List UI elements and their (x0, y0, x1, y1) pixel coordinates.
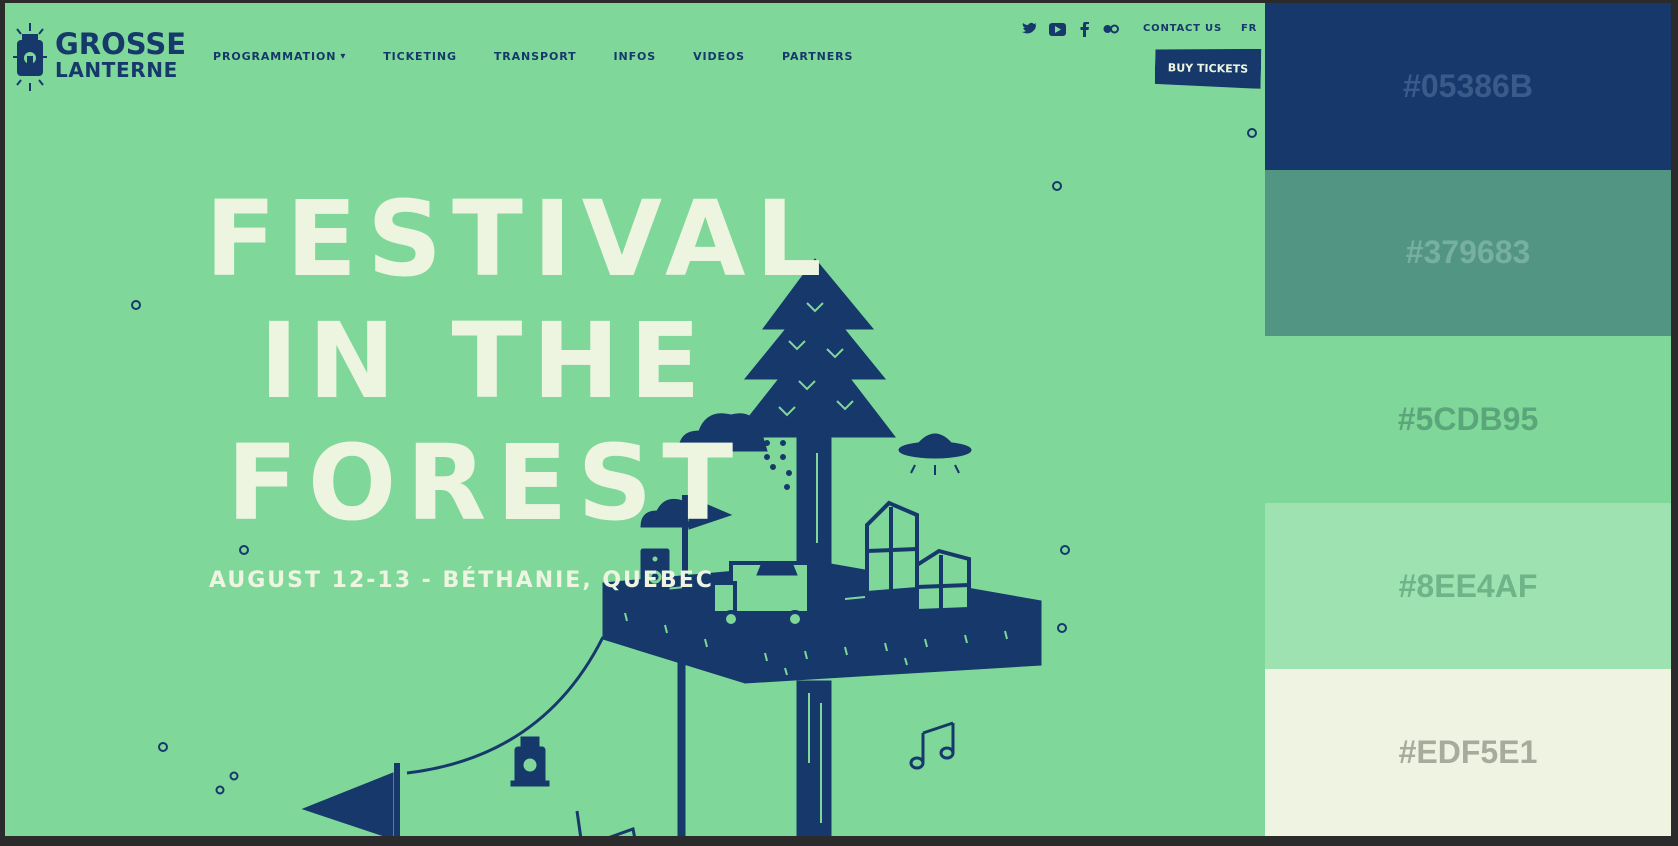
color-swatch: #05386B (1265, 3, 1671, 170)
music-note (909, 721, 955, 770)
hero-title-line: FOREST (226, 422, 744, 544)
color-swatch: #379683 (1265, 169, 1671, 337)
screenshot-frame: GROSSE LANTERNE PROGRAMMATION ▾ TICKETIN… (5, 3, 1671, 836)
dot (1052, 181, 1062, 191)
hero-subtitle: AUGUST 12-13 - BÉTHANIE, QUEBEC (209, 568, 714, 593)
color-swatch: #5CDB95 (1265, 336, 1671, 503)
swatch-hex: #8EE4AF (1398, 567, 1538, 604)
dot (158, 742, 168, 752)
color-swatch: #EDF5E1 (1265, 669, 1671, 836)
dot (1060, 545, 1070, 555)
website-hero: GROSSE LANTERNE PROGRAMMATION ▾ TICKETIN… (5, 3, 1265, 836)
pole (677, 652, 686, 836)
dot (229, 771, 239, 781)
swatch-hex: #379683 (1405, 234, 1531, 271)
dot (1247, 128, 1257, 138)
dot (215, 785, 225, 795)
swatch-hex: #EDF5E1 (1398, 734, 1538, 771)
dot (239, 545, 249, 555)
hero-title: FESTIVAL IN THE FOREST (205, 178, 832, 544)
swatch-hex: #05386B (1403, 67, 1533, 104)
hero-title-line: FESTIVAL (205, 178, 832, 300)
dot (1057, 623, 1067, 633)
dot (131, 300, 141, 310)
lower-flag (301, 772, 394, 836)
swatch-hex: #5CDB95 (1397, 400, 1539, 437)
tree-trunk-lower (796, 680, 832, 836)
color-swatch: #8EE4AF (1265, 502, 1671, 670)
color-palette: #05386B #379683 #5CDB95 #8EE4AF #EDF5E1 (1265, 3, 1671, 836)
hero-title-line: IN THE (259, 300, 711, 422)
